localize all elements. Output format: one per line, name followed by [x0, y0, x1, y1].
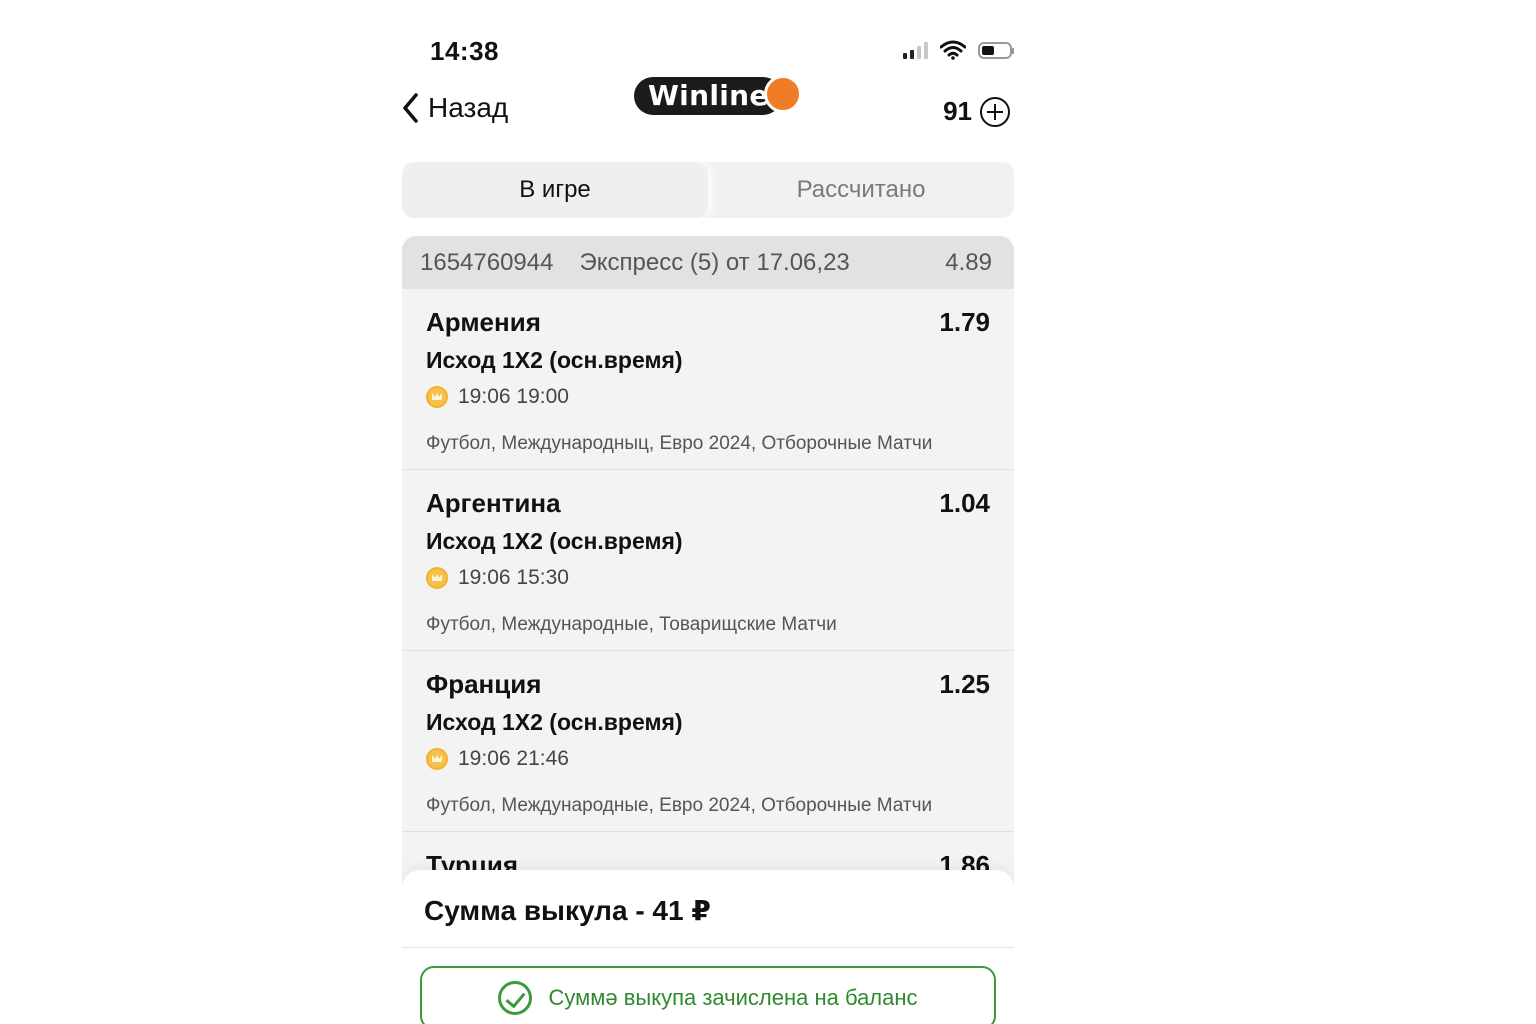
bet-type: Экспресс (5) от 17.06,23	[579, 248, 850, 276]
event-item: Аргентина 1.04 Исход 1X2 (осн.время) 19:…	[402, 470, 1014, 651]
event-item: Франция 1.25 Исход 1X2 (осн.время) 19:06…	[402, 651, 1014, 832]
cellular-signal-icon	[903, 41, 928, 59]
bet-total-odds: 4.89	[945, 248, 992, 276]
status-icons	[903, 40, 1014, 60]
event-market: Исход 1X2 (осн.время)	[426, 528, 683, 554]
cashout-title: Сумма выкула - 41 ₽	[424, 895, 711, 926]
event-market: Исход 1X2 (осн.время)	[426, 709, 683, 735]
bet-id: 1654760944	[420, 248, 554, 276]
event-odds: 1.79	[939, 307, 990, 337]
add-funds-icon[interactable]	[980, 96, 1010, 127]
balance-area: 91	[943, 96, 1010, 127]
event-league: Футбол, Международные, Евро 2024, Отборо…	[426, 795, 933, 816]
winline-logo: Winline	[634, 75, 802, 117]
event-item: Армения 1.79 Исход 1X2 (осн.время) 19:06…	[402, 289, 1014, 470]
battery-icon	[978, 41, 1014, 59]
phone-screen: 14:38 Назад Winline 91 В игре Рассчитано…	[402, 0, 1014, 1024]
balance-value: 91	[943, 96, 972, 126]
cashout-sheet: Сумма выкула - 41 ₽ Суммә выкупа зачисле…	[402, 870, 1014, 1024]
tab-settled[interactable]: Рассчитано	[708, 162, 1014, 218]
crown-icon	[426, 567, 448, 589]
event-odds: 1.25	[939, 669, 990, 699]
event-team: Франция	[426, 669, 542, 699]
event-time-row: 19:06 15:30	[426, 566, 569, 590]
back-button[interactable]: Назад	[402, 92, 508, 124]
bets-tabs: В игре Рассчитано	[402, 162, 1014, 218]
check-circle-icon	[498, 981, 533, 1015]
event-market: Исход 1X2 (осн.время)	[426, 347, 683, 373]
notice-text: Суммә выкупа зачислена на баланс	[548, 985, 918, 1010]
event-league: Футбол, Международныц, Евро 2024, Отборо…	[426, 433, 933, 454]
event-time-row: 19:06 21:46	[426, 747, 569, 771]
bet-header: 1654760944 Экспресс (5) от 17.06,23 4.89	[402, 236, 1014, 289]
tab-in-play[interactable]: В игре	[402, 162, 708, 218]
crown-icon	[426, 386, 448, 408]
chevron-left-icon	[403, 93, 418, 123]
event-league: Футбол, Международные, Товарищские Матчи	[426, 614, 837, 635]
event-team: Армения	[426, 307, 541, 337]
logo-dot-icon	[764, 75, 802, 113]
event-time-row: 19:06 19:00	[426, 385, 569, 409]
sheet-divider	[402, 947, 1014, 948]
status-time: 14:38	[430, 36, 499, 66]
event-odds: 1.04	[939, 488, 990, 518]
wifi-icon	[940, 40, 966, 60]
crown-icon	[426, 748, 448, 770]
event-team: Аргентина	[426, 488, 561, 518]
event-datetime: 19:06 19:00	[458, 385, 569, 408]
cashout-success-notice: Суммә выкупа зачислена на баланс	[420, 966, 996, 1024]
event-datetime: 19:06 15:30	[458, 566, 569, 589]
back-label: Назад	[428, 92, 509, 123]
event-datetime: 19:06 21:46	[458, 747, 569, 770]
logo-text: Winline	[648, 79, 769, 112]
